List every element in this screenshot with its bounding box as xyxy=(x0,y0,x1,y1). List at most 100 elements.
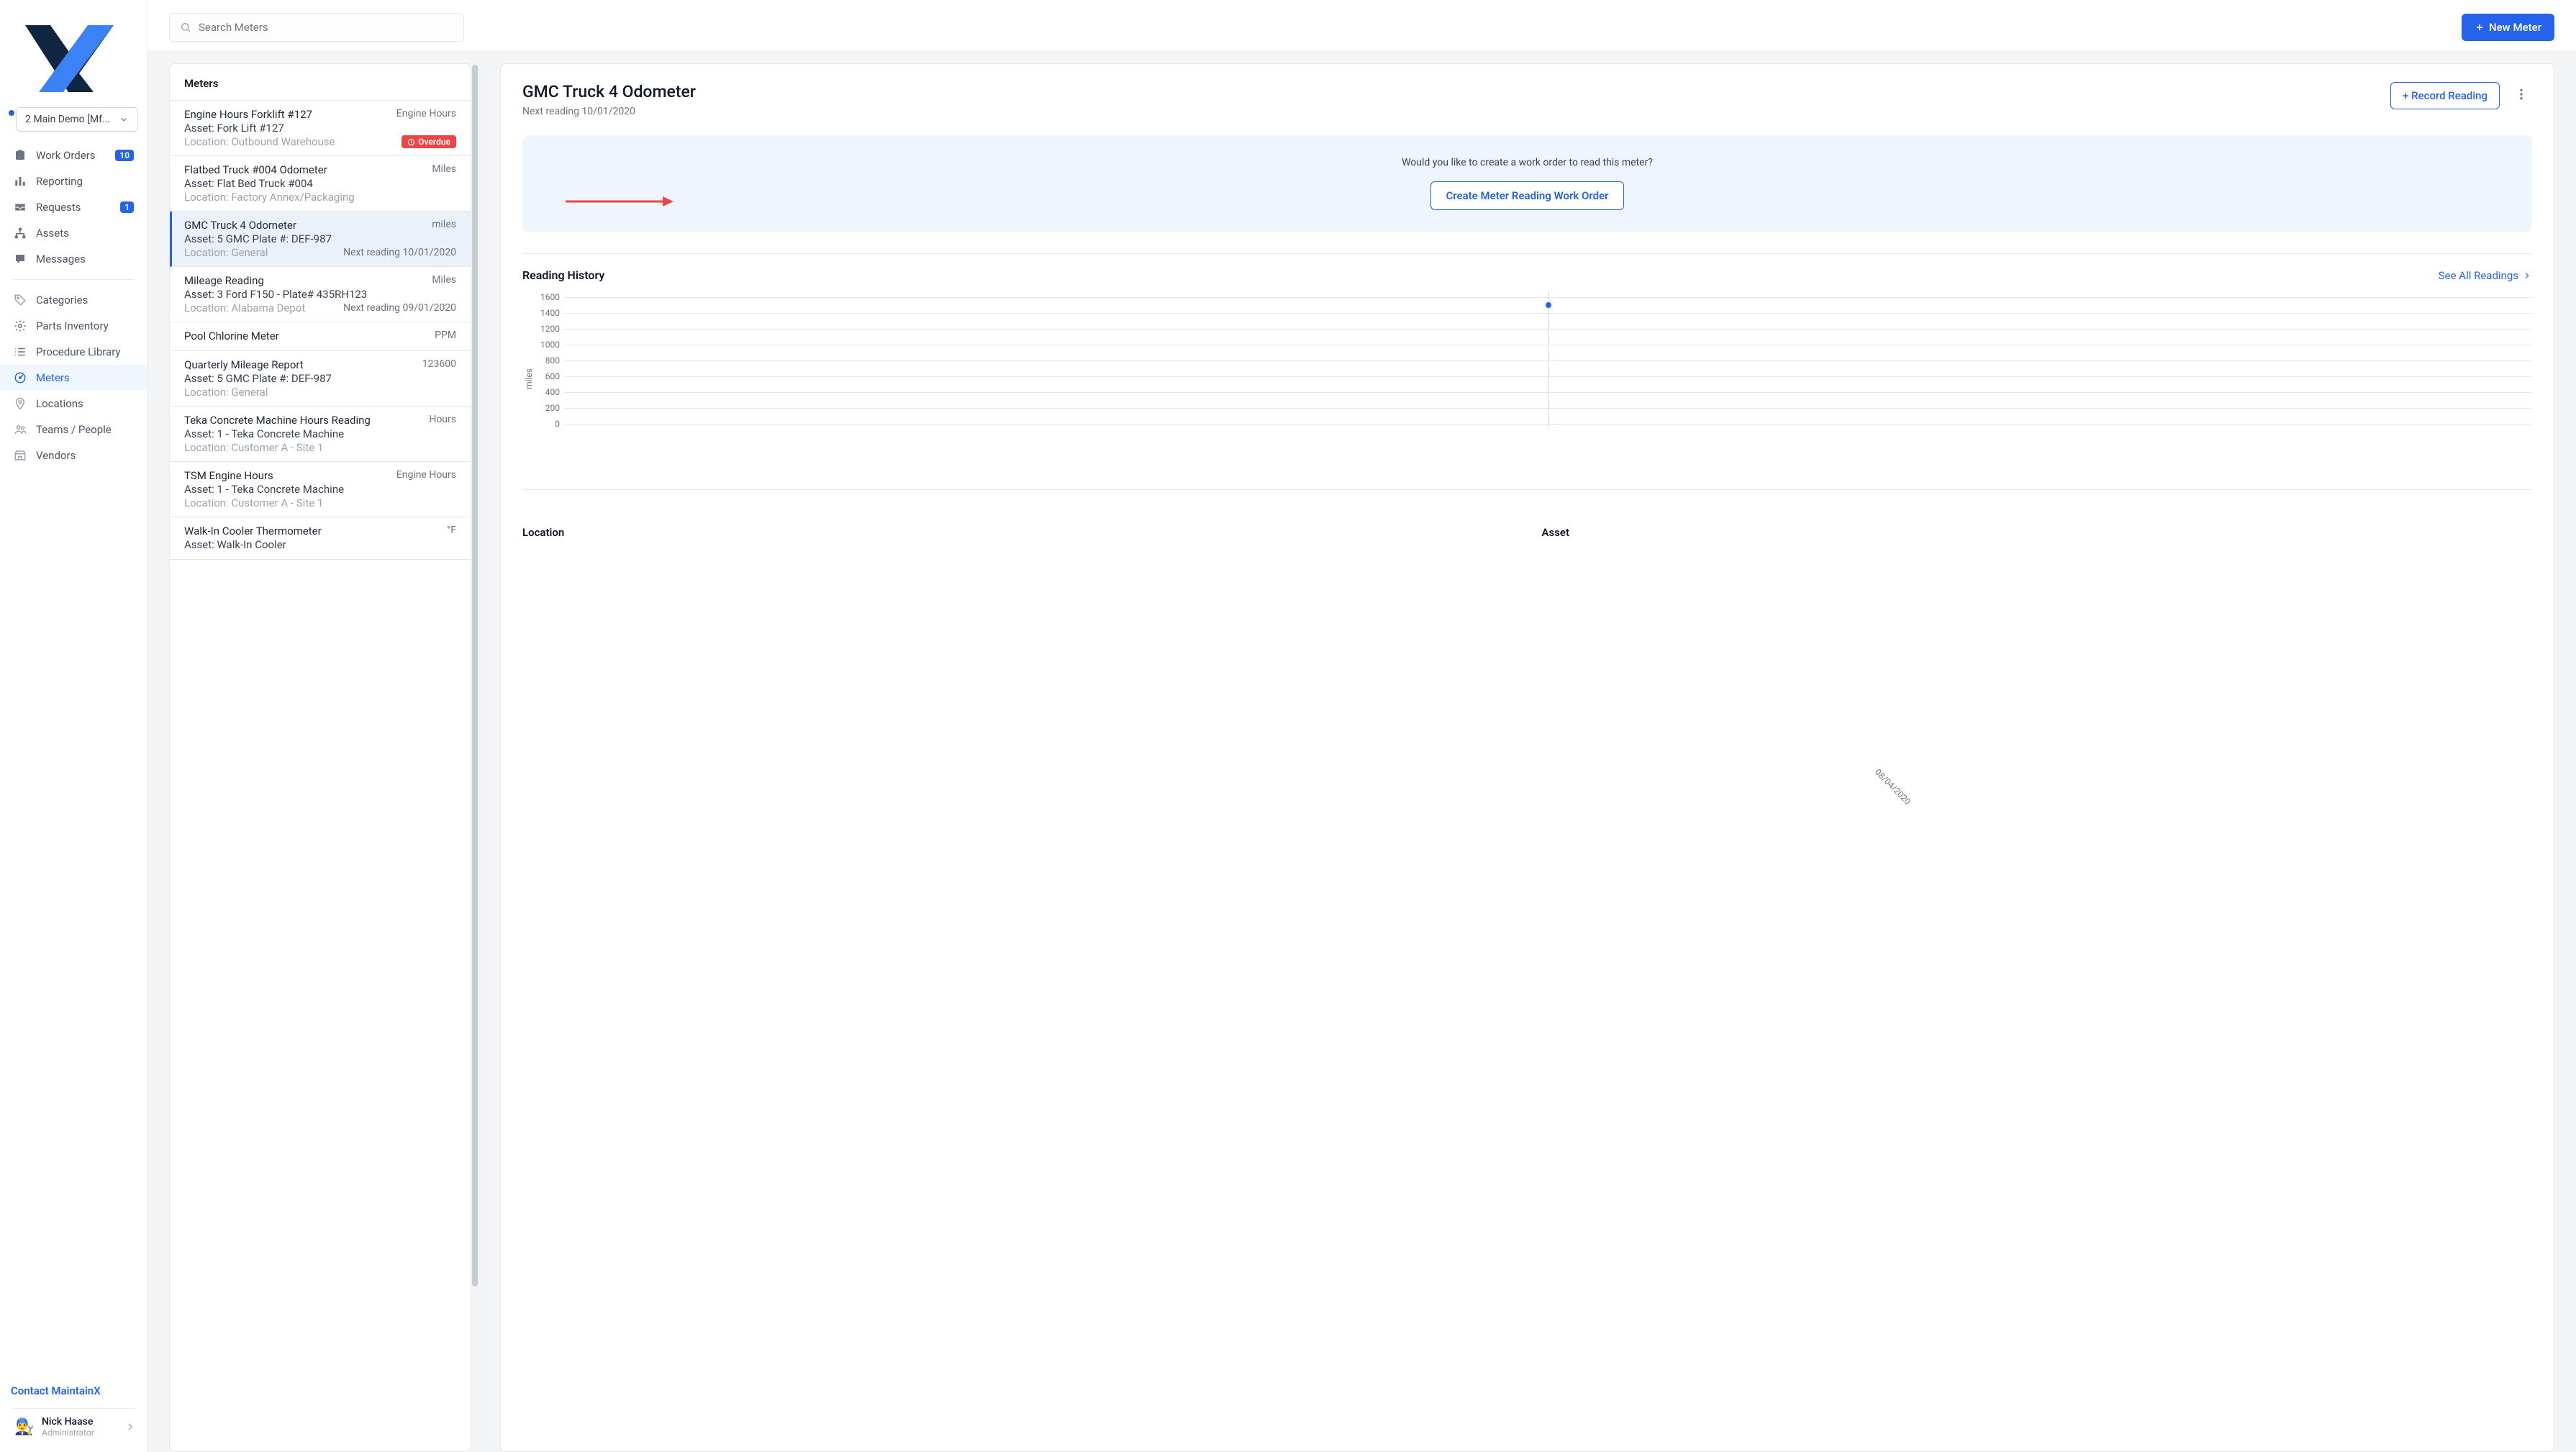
meter-item[interactable]: GMC Truck 4 OdometermilesAsset: 5 GMC Pl… xyxy=(170,212,471,267)
topbar: New Meter xyxy=(148,0,2576,50)
meter-title: Walk-In Cooler Thermometer xyxy=(184,525,322,537)
detail-panel: GMC Truck 4 Odometer Next reading 10/01/… xyxy=(500,63,2554,1452)
logo xyxy=(0,0,147,104)
nav-assets[interactable]: Assets xyxy=(0,220,147,246)
chart-gridline: 1200 xyxy=(535,321,2532,337)
location-label: Location xyxy=(522,526,1513,539)
meter-next-reading: Next reading 09/01/2020 xyxy=(343,302,456,314)
meter-unit: °F xyxy=(447,525,456,536)
see-all-readings-link[interactable]: See All Readings xyxy=(2439,269,2532,282)
detail-bottom-sections: Location Asset xyxy=(522,526,2532,548)
meters-panel: Meters Engine Hours Forklift #127Engine … xyxy=(169,63,471,1452)
meter-title: GMC Truck 4 Odometer xyxy=(184,219,296,232)
nav-label: Messages xyxy=(36,253,134,266)
nav-work-orders[interactable]: Work Orders 10 xyxy=(0,142,147,168)
chart-gridline: 800 xyxy=(535,353,2532,368)
nav-locations[interactable]: Locations xyxy=(0,391,147,417)
detail-title: GMC Truck 4 Odometer xyxy=(522,82,696,101)
org-selector-label: 2 Main Demo [Mf... xyxy=(25,114,110,125)
nav-label: Categories xyxy=(36,294,134,307)
list-icon xyxy=(13,345,27,359)
meters-list[interactable]: Engine Hours Forklift #127Engine HoursAs… xyxy=(170,101,471,1451)
gear-icon xyxy=(13,319,27,333)
search-box[interactable] xyxy=(169,13,464,42)
grid-line xyxy=(564,376,2532,377)
y-tick-label: 1400 xyxy=(535,308,564,318)
chart-gridline: 400 xyxy=(535,384,2532,400)
user-name: Nick Haase xyxy=(42,1416,117,1428)
meter-item[interactable]: Walk-In Cooler Thermometer°FAsset: Walk-… xyxy=(170,517,471,560)
asset-section: Asset xyxy=(1542,526,2533,548)
nav-badge: 1 xyxy=(120,201,134,213)
chart-gridline: 600 xyxy=(535,368,2532,384)
y-tick-label: 200 xyxy=(535,403,564,413)
nav-label: Requests xyxy=(36,201,112,214)
nav-meters[interactable]: Meters xyxy=(0,365,147,391)
kebab-icon xyxy=(2514,87,2529,101)
nav-categories[interactable]: Categories xyxy=(0,287,147,313)
scrollbar[interactable] xyxy=(471,63,479,1452)
meter-unit: miles xyxy=(432,219,456,230)
nav-reporting[interactable]: Reporting xyxy=(0,168,147,194)
chart-gridline: 0 xyxy=(535,416,2532,432)
meter-item[interactable]: Quarterly Mileage Report123600Asset: 5 G… xyxy=(170,351,471,407)
reading-history-chart: miles 1600140012001000800600400200008/04… xyxy=(522,289,2532,468)
grid-line xyxy=(564,392,2532,393)
record-reading-button[interactable]: + Record Reading xyxy=(2390,82,2500,109)
meter-unit: Hours xyxy=(429,414,456,425)
meter-asset: Asset: 3 Ford F150 - Plate# 435RH123 xyxy=(184,288,456,301)
nav-parts[interactable]: Parts Inventory xyxy=(0,313,147,339)
meter-item[interactable]: Engine Hours Forklift #127Engine HoursAs… xyxy=(170,101,471,156)
meter-title: Teka Concrete Machine Hours Reading xyxy=(184,414,371,427)
search-input[interactable] xyxy=(199,21,453,34)
sidebar: 2 Main Demo [Mf... Work Orders 10 Report… xyxy=(0,0,148,1452)
create-work-order-button[interactable]: Create Meter Reading Work Order xyxy=(1430,181,1623,210)
nav-label: Reporting xyxy=(36,175,134,188)
meter-unit: Engine Hours xyxy=(396,469,456,481)
data-point xyxy=(1546,302,1551,308)
meter-location: Location: General xyxy=(184,386,268,399)
user-menu[interactable]: 👨‍🔧 Nick Haase Administrator xyxy=(11,1408,136,1445)
nav-vendors[interactable]: Vendors xyxy=(0,443,147,468)
scrollbar-thumb[interactable] xyxy=(472,65,478,1287)
grid-line xyxy=(564,408,2532,409)
chart-body: 1600140012001000800600400200008/04/2020 xyxy=(535,289,2532,468)
chart-gridline: 1400 xyxy=(535,305,2532,321)
meter-title: Flatbed Truck #004 Odometer xyxy=(184,163,327,176)
nav-messages[interactable]: Messages xyxy=(0,246,147,272)
meter-title: Quarterly Mileage Report xyxy=(184,358,304,371)
nav: Work Orders 10 Reporting Requests 1 Asse… xyxy=(0,142,147,1370)
org-status-dot xyxy=(9,110,14,116)
nav-badge: 10 xyxy=(115,150,134,161)
meter-item[interactable]: Mileage ReadingMilesAsset: 3 Ford F150 -… xyxy=(170,267,471,322)
clipboard-icon xyxy=(13,148,27,163)
y-tick-label: 600 xyxy=(535,371,564,381)
meter-location: Location: Alabama Depot xyxy=(184,301,305,314)
y-tick-label: 1000 xyxy=(535,340,564,350)
meter-item[interactable]: TSM Engine HoursEngine HoursAsset: 1 - T… xyxy=(170,462,471,517)
nav-teams[interactable]: Teams / People xyxy=(0,417,147,443)
meter-item[interactable]: Flatbed Truck #004 OdometerMilesAsset: F… xyxy=(170,156,471,212)
more-menu-button[interactable] xyxy=(2511,83,2532,108)
divider xyxy=(522,489,2532,490)
org-selector[interactable]: 2 Main Demo [Mf... xyxy=(16,107,138,132)
new-meter-button[interactable]: New Meter xyxy=(2462,14,2554,41)
y-tick-label: 800 xyxy=(535,355,564,366)
nav-procedures[interactable]: Procedure Library xyxy=(0,339,147,365)
location-section: Location xyxy=(522,526,1513,548)
meter-asset: Asset: 1 - Teka Concrete Machine xyxy=(184,483,456,496)
y-tick-label: 0 xyxy=(535,419,564,429)
y-tick-label: 400 xyxy=(535,387,564,397)
meter-item[interactable]: Pool Chlorine MeterPPM xyxy=(170,322,471,351)
meter-item[interactable]: Teka Concrete Machine Hours Reading Hours… xyxy=(170,407,471,462)
y-axis-label: miles xyxy=(522,368,535,389)
avatar: 👨‍🔧 xyxy=(14,1417,35,1437)
work-order-prompt: Would you like to create a work order to… xyxy=(522,135,2532,232)
tag-icon xyxy=(13,293,27,307)
meter-asset: Asset: 5 GMC Plate #: DEF-987 xyxy=(184,372,456,385)
inbox-icon xyxy=(13,200,27,214)
chevron-down-icon xyxy=(119,114,129,124)
nav-requests[interactable]: Requests 1 xyxy=(0,194,147,220)
detail-subtitle: Next reading 10/01/2020 xyxy=(522,106,696,117)
contact-link[interactable]: Contact MaintainX xyxy=(11,1377,136,1405)
